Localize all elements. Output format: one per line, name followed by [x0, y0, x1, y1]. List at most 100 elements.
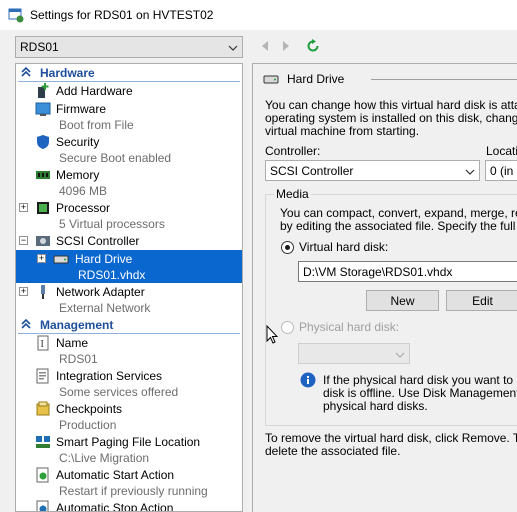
physical-hard-disk-radio[interactable]	[281, 321, 294, 334]
automatic-stop-icon	[35, 500, 51, 511]
virtual-hard-disk-radio[interactable]	[281, 241, 294, 254]
settings-app-icon	[8, 7, 24, 23]
expand-icon[interactable]: +	[19, 287, 28, 296]
detail-header: Hard Drive	[263, 71, 344, 87]
tree-item-smart-paging[interactable]: Smart Paging File Location C:\Live Migra…	[16, 433, 242, 466]
management-section-label: Management	[40, 317, 114, 332]
location-label: Locatio	[486, 144, 517, 158]
media-groupbox: Media You can compact, convert, expand, …	[265, 187, 517, 426]
collapse-up-icon[interactable]	[20, 66, 36, 80]
tree-item-detail: C:\Live Migration	[59, 451, 150, 465]
tree-item-label: Processor	[56, 201, 111, 215]
collapse-up-icon[interactable]	[20, 318, 36, 332]
edit-button[interactable]: Edit	[446, 290, 517, 311]
tree-item-hard-drive[interactable]: + Hard Drive RDS01.vhdx	[16, 250, 242, 283]
mouse-cursor-icon	[266, 324, 279, 345]
svg-text:I: I	[41, 339, 44, 350]
location-dropdown[interactable]: 0 (in u	[485, 160, 517, 181]
tree-item-checkpoints[interactable]: Checkpoints Production	[16, 400, 242, 433]
tree-item-network-adapter[interactable]: + Network Adapter External Network	[16, 283, 242, 316]
tree-item-label: Smart Paging File Location	[56, 435, 201, 449]
intro-text: You can change how this virtual hard dis…	[265, 98, 517, 138]
tree-item-detail: Some services offered	[59, 385, 179, 399]
tree-item-label: Name	[56, 336, 89, 350]
tree-item-label: Network Adapter	[56, 285, 145, 299]
tree-item-add-hardware[interactable]: Add Hardware	[16, 82, 242, 100]
tree-item-automatic-start[interactable]: Automatic Start Action Restart if previo…	[16, 466, 242, 499]
tree-item-scsi-controller[interactable]: − SCSI Controller	[16, 232, 242, 250]
tree-item-memory[interactable]: Memory 4096 MB	[16, 166, 242, 199]
tree-item-security[interactable]: Security Secure Boot enabled	[16, 133, 242, 166]
tree-item-detail: RDS01.vhdx	[78, 268, 146, 282]
tree-item-label: SCSI Controller	[56, 234, 140, 248]
tree-item-processor[interactable]: + Processor 5 Virtual processors	[16, 199, 242, 232]
tree-item-detail: Production	[59, 418, 117, 432]
detail-title: Hard Drive	[287, 72, 345, 86]
firmware-icon	[35, 101, 51, 117]
processor-icon	[35, 200, 51, 216]
remove-text: To remove the virtual hard disk, click R…	[265, 431, 517, 458]
tree-item-integration-services[interactable]: Integration Services Some services offer…	[16, 367, 242, 400]
tree-item-label: Integration Services	[56, 369, 163, 383]
controller-value: SCSI Controller	[270, 163, 354, 178]
chevron-down-icon	[395, 349, 405, 359]
tree-item-detail: Restart if previously running	[59, 484, 208, 498]
tree-item-detail: 4096 MB	[59, 184, 108, 198]
window-title: Settings for RDS01 on HVTEST02	[30, 8, 214, 22]
physical-hard-disk-label: Physical hard disk:	[299, 320, 400, 334]
tree-item-detail: Secure Boot enabled	[59, 151, 172, 165]
network-adapter-icon	[35, 284, 51, 300]
vm-select-dropdown[interactable]: RDS01	[15, 36, 243, 58]
tree-item-label: Firmware	[56, 102, 106, 116]
scsi-controller-icon	[35, 233, 51, 249]
media-text: You can compact, convert, expand, merge,…	[280, 206, 517, 233]
tree-item-detail: Boot from File	[59, 118, 134, 132]
back-icon[interactable]	[257, 38, 273, 54]
physical-disk-dropdown[interactable]	[298, 343, 410, 364]
tree-item-label: Hard Drive	[75, 252, 133, 266]
info-icon	[300, 372, 316, 388]
hard-drive-detail-panel: Hard Drive You can change how this virtu…	[252, 63, 517, 512]
vm-select-value: RDS01	[20, 40, 59, 54]
controller-label: Controller:	[265, 144, 321, 158]
automatic-start-icon	[35, 467, 51, 483]
tree-item-detail: RDS01	[59, 352, 98, 366]
header-divider	[371, 79, 517, 80]
shield-icon	[35, 134, 51, 150]
new-button[interactable]: New	[366, 290, 439, 311]
tree-item-firmware[interactable]: Firmware Boot from File	[16, 100, 242, 133]
vhd-path-input[interactable]: D:\VM Storage\RDS01.vhdx	[298, 261, 517, 282]
hardware-section-header[interactable]: Hardware	[18, 64, 240, 82]
forward-icon[interactable]	[278, 38, 294, 54]
title-bar: Settings for RDS01 on HVTEST02	[0, 0, 517, 30]
location-value: 0 (in u	[490, 163, 517, 178]
settings-tree[interactable]: Hardware Add Hardware Firmware Boot from…	[15, 63, 243, 512]
tree-item-label: Memory	[56, 168, 100, 182]
vhd-path-value: D:\VM Storage\RDS01.vhdx	[303, 264, 453, 279]
chevron-down-icon	[228, 42, 238, 52]
name-icon: I	[35, 335, 51, 351]
controller-dropdown[interactable]: SCSI Controller	[265, 160, 480, 181]
hard-drive-icon	[53, 251, 69, 267]
hard-drive-icon	[263, 71, 279, 87]
hardware-section-label: Hardware	[40, 65, 95, 80]
tree-item-label: Security	[56, 135, 100, 149]
info-text: If the physical hard disk you want to us…	[323, 373, 517, 413]
memory-icon	[35, 167, 51, 183]
chevron-down-icon	[465, 166, 475, 176]
refresh-icon[interactable]	[305, 38, 321, 54]
tree-item-detail: 5 Virtual processors	[59, 217, 165, 231]
expand-icon[interactable]: +	[37, 254, 46, 263]
tree-item-label: Automatic Start Action	[56, 468, 175, 482]
tree-item-automatic-stop[interactable]: Automatic Stop Action	[16, 499, 242, 512]
collapse-icon[interactable]: −	[19, 236, 28, 245]
media-legend: Media	[274, 187, 311, 201]
tree-item-name[interactable]: I Name RDS01	[16, 334, 242, 367]
tree-item-label: Automatic Stop Action	[56, 501, 174, 512]
smart-paging-icon	[35, 434, 51, 450]
tree-item-label: Checkpoints	[56, 402, 123, 416]
tree-item-label: Add Hardware	[56, 84, 133, 98]
expand-icon[interactable]: +	[19, 203, 28, 212]
management-section-header[interactable]: Management	[18, 316, 240, 334]
checkpoints-icon	[35, 401, 51, 417]
